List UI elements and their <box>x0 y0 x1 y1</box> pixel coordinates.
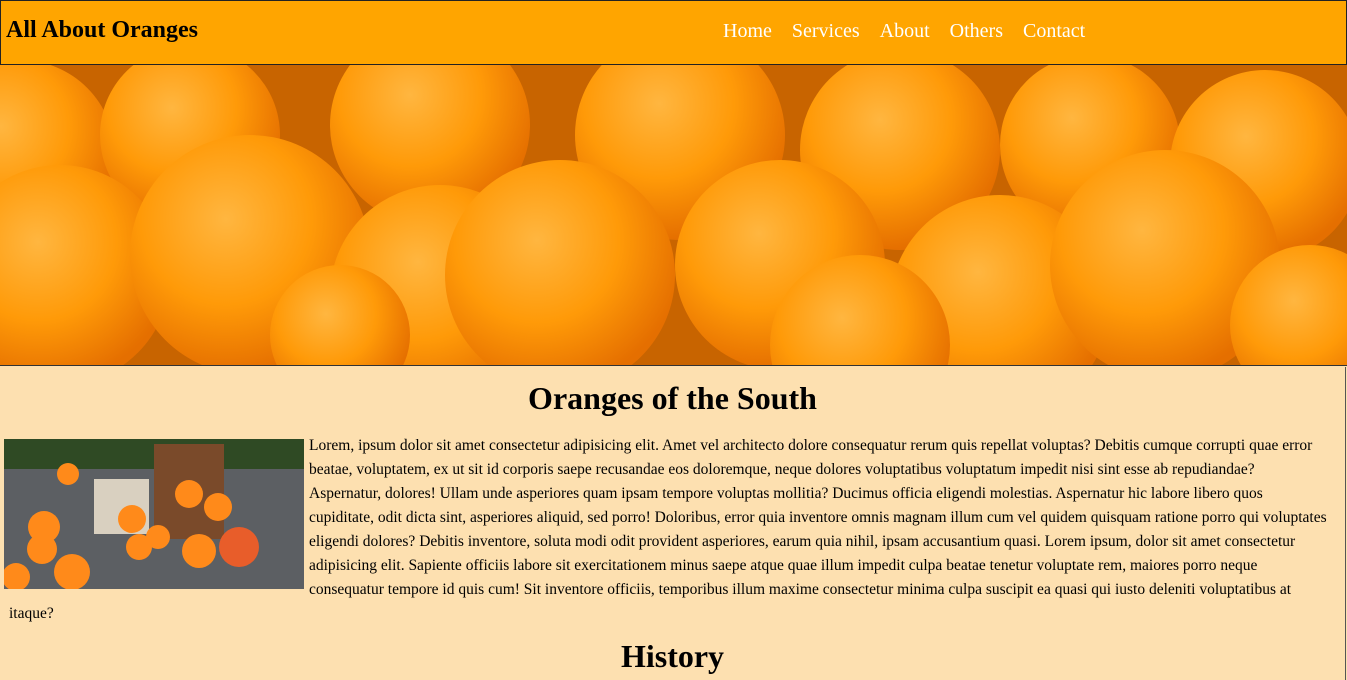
nav-home-link[interactable]: Home <box>723 20 772 43</box>
site-header: All About Oranges Home Services About Ot… <box>0 0 1347 65</box>
nav-others-link[interactable]: Others <box>950 20 1003 43</box>
section-title-oranges: Oranges of the South <box>528 380 817 416</box>
nav-services-link[interactable]: Services <box>792 20 860 43</box>
intro-paragraph: Lorem, ipsum dolor sit amet consectetur … <box>9 437 1327 622</box>
site-brand[interactable]: All About Oranges <box>6 17 198 44</box>
main-content: Oranges of the South Lorem, ipsum dolor … <box>0 367 1346 680</box>
nav-contact-link[interactable]: Contact <box>1023 20 1085 43</box>
hero-banner-image <box>0 65 1347 366</box>
main-nav: Home Services About Others Contact <box>723 20 1085 43</box>
section-title-history: History <box>620 638 725 674</box>
nav-about-link[interactable]: About <box>880 20 930 43</box>
